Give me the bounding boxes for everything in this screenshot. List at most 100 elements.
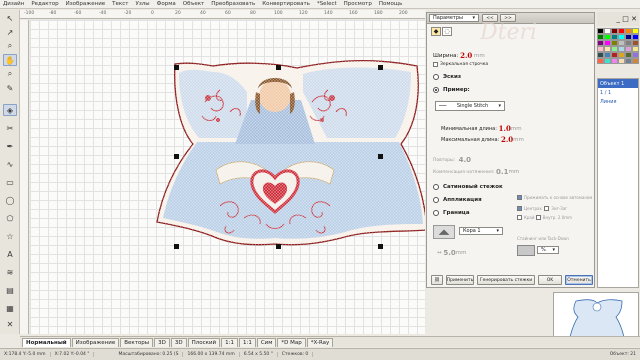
- menu-design[interactable]: Дизайн: [3, 1, 24, 7]
- star-tool-icon[interactable]: ☆: [3, 230, 17, 242]
- tack-color-swatch[interactable]: [517, 245, 535, 256]
- apply-button[interactable]: Применить: [446, 275, 474, 285]
- magnify-tool-icon[interactable]: ⌕: [3, 68, 17, 80]
- maximize-icon[interactable]: □: [622, 15, 629, 23]
- menu-view[interactable]: Просмотр: [344, 1, 372, 7]
- selection-handle[interactable]: [174, 65, 179, 70]
- fill-pattern-tool-icon[interactable]: ▦: [3, 302, 17, 314]
- selection-handle[interactable]: [174, 244, 179, 249]
- selection-handle[interactable]: [378, 244, 383, 249]
- menu-text[interactable]: Текст: [112, 1, 128, 7]
- menu-editor[interactable]: Редактор: [31, 1, 58, 7]
- params-dropdown[interactable]: Параметры ▾: [429, 14, 479, 22]
- menu-select[interactable]: *Select: [317, 1, 337, 7]
- bezier-tool-icon[interactable]: ∿: [3, 158, 17, 170]
- tab-d-map[interactable]: *D Map: [277, 337, 306, 347]
- repeats-value[interactable]: 4.0: [459, 156, 471, 164]
- tab-normal[interactable]: Нормальный: [22, 337, 71, 347]
- rectangle-tool-icon[interactable]: ▭: [3, 176, 17, 188]
- object-item[interactable]: 1 / 1: [598, 88, 638, 97]
- sketch-radio[interactable]: [433, 74, 439, 80]
- border-radio[interactable]: [433, 210, 439, 216]
- selection-handle[interactable]: [378, 65, 383, 70]
- pan-tool-icon[interactable]: ✋: [3, 54, 17, 66]
- menu-transform[interactable]: Преобразовать: [211, 1, 255, 7]
- example-option[interactable]: Пример:: [433, 87, 470, 93]
- generate-stitches-button[interactable]: Генерировать стежки: [477, 275, 535, 285]
- cross-stitch-tool-icon[interactable]: ✕: [3, 318, 17, 330]
- tab-3d-alt[interactable]: 3D: [170, 337, 187, 347]
- tab-x-ray[interactable]: *X-Ray: [306, 337, 334, 347]
- palette-color-swatch[interactable]: [604, 58, 611, 64]
- satin-tool-icon[interactable]: ▤: [3, 284, 17, 296]
- pen-tool-icon[interactable]: ✒: [3, 140, 17, 152]
- selection-handle[interactable]: [276, 244, 281, 249]
- selection-handle[interactable]: [378, 154, 383, 159]
- link-button[interactable]: ⛓: [431, 275, 443, 285]
- knife-tool-icon[interactable]: ✂: [3, 122, 17, 134]
- width-value[interactable]: 2.0: [460, 51, 472, 60]
- tab-sim[interactable]: Сим: [256, 337, 277, 347]
- minimize-icon[interactable]: _: [617, 15, 621, 23]
- palette-color-swatch[interactable]: [618, 58, 625, 64]
- stitch-type-dropdown[interactable]: ⎯⎯⎯ Single Stitch ▾: [435, 101, 505, 111]
- palette-color-swatch[interactable]: [625, 58, 632, 64]
- tab-scale-2[interactable]: 1:1: [238, 337, 256, 347]
- menu-shape[interactable]: Форма: [157, 1, 176, 7]
- outline-tab-icon[interactable]: ◌: [442, 27, 452, 36]
- sketch-option[interactable]: Эскиз: [433, 74, 461, 80]
- zoom-tool-icon[interactable]: ⌕: [3, 40, 17, 52]
- ellipse-tool-icon[interactable]: ◯: [3, 194, 17, 206]
- border-option[interactable]: Граница: [433, 210, 470, 216]
- applique-radio[interactable]: [433, 197, 439, 203]
- stitch-tool-icon[interactable]: ≋: [3, 266, 17, 278]
- select-tool-icon[interactable]: ↖: [3, 12, 17, 24]
- edge-checkbox[interactable]: [517, 215, 522, 220]
- center-checkbox[interactable]: [517, 206, 522, 211]
- fill-tool-icon[interactable]: ◈: [3, 104, 17, 116]
- menu-object[interactable]: Объект: [183, 1, 205, 7]
- tab-vectors[interactable]: Векторы: [120, 337, 154, 347]
- cancel-button[interactable]: Отменить: [565, 275, 593, 285]
- auto-tack-checkbox[interactable]: [517, 195, 522, 200]
- satin-option[interactable]: Сатиновый стежок: [433, 184, 503, 190]
- design-canvas[interactable]: [30, 20, 425, 334]
- tab-image[interactable]: Изображение: [71, 337, 120, 347]
- close-icon[interactable]: ✕: [631, 15, 637, 23]
- eyedropper-tool-icon[interactable]: ✎: [3, 82, 17, 94]
- text-tool-icon[interactable]: A: [3, 248, 17, 260]
- zigzag-checkbox[interactable]: [544, 206, 550, 211]
- tack-percent-dropdown[interactable]: % ▾: [537, 246, 559, 254]
- palette-color-swatch[interactable]: [611, 58, 618, 64]
- menu-nodes[interactable]: Узлы: [135, 1, 149, 7]
- spacing-value[interactable]: 5.0: [443, 249, 455, 257]
- compensation-value[interactable]: 0.1: [496, 168, 508, 176]
- tab-scale-1[interactable]: 1:1: [221, 337, 238, 347]
- polygon-tool-icon[interactable]: ⬠: [3, 212, 17, 224]
- menu-convert[interactable]: Конвертировать: [262, 1, 310, 7]
- menu-help[interactable]: Помощь: [379, 1, 402, 7]
- mirror-checkbox[interactable]: [433, 62, 438, 67]
- tab-3d[interactable]: 3D: [154, 337, 170, 347]
- applique-option[interactable]: Аппликация: [433, 197, 482, 203]
- properties-tab-icon[interactable]: ◆: [431, 27, 441, 36]
- palette-color-swatch[interactable]: [597, 58, 604, 64]
- selection-handle[interactable]: [276, 65, 281, 70]
- next-page-button[interactable]: >>: [500, 14, 516, 22]
- inner-checkbox[interactable]: [535, 215, 541, 220]
- node-tool-icon[interactable]: ↗: [3, 26, 17, 38]
- palette-color-swatch[interactable]: [632, 58, 639, 64]
- pattern-dropdown[interactable]: Кора 1 ▾: [459, 227, 503, 235]
- example-radio[interactable]: [433, 87, 439, 93]
- prev-page-button[interactable]: <<: [482, 14, 498, 22]
- tab-flat[interactable]: Плоский: [187, 337, 221, 347]
- pattern-preview-icon[interactable]: ◢◣: [433, 225, 455, 239]
- selection-handle[interactable]: [174, 154, 179, 159]
- ok-button[interactable]: OK: [538, 275, 562, 285]
- thread-color-palette[interactable]: [597, 28, 639, 76]
- satin-radio[interactable]: [433, 184, 439, 190]
- max-length-value[interactable]: 2.0: [501, 135, 513, 144]
- min-length-value[interactable]: 1.0: [499, 124, 511, 133]
- object-item-type[interactable]: Линия: [598, 97, 638, 106]
- menu-image[interactable]: Изображение: [66, 1, 106, 7]
